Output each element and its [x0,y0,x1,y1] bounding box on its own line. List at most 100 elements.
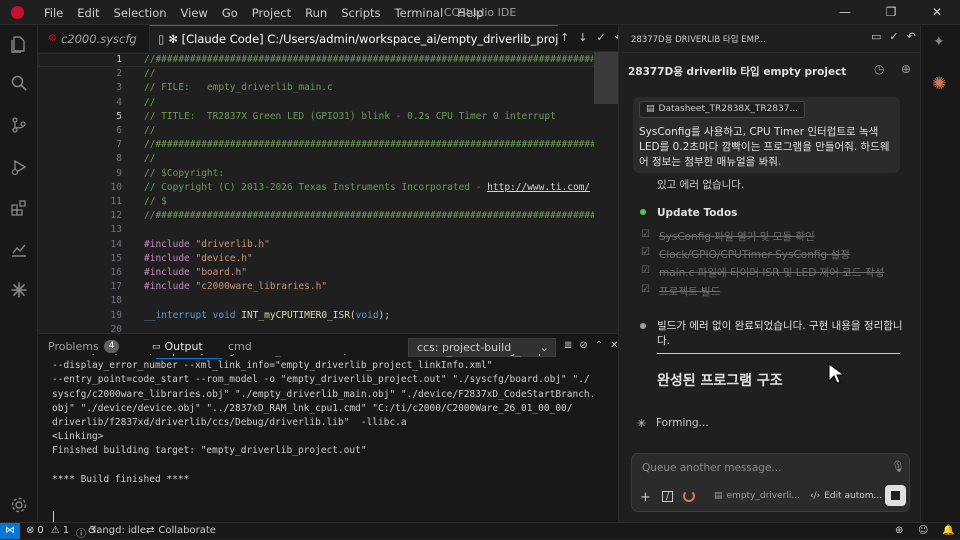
error-count: 0 [37,525,44,536]
tab-label: c2000.syscfg [60,31,137,46]
minimize-icon[interactable]: — [822,0,868,25]
microphone-icon[interactable]: 🎙 [891,460,905,473]
include-directive: #include [144,267,190,278]
line-number: 8 [116,153,122,165]
code-line: // [144,97,155,108]
menu-scripts[interactable]: Scripts [341,6,380,20]
zoom-icon[interactable]: ⊕ [895,525,903,536]
output-line: --display_error_number --xml_link_info="… [52,360,493,372]
extensions-icon[interactable] [0,194,38,222]
tab-output[interactable]: ▭ Output [152,340,203,353]
close-icon[interactable]: ✕ [914,0,960,25]
code-text: // TITLE: TR2837X Green LED (GPIO31) bli… [144,110,556,122]
code-line: // [144,153,155,164]
menu-project[interactable]: Project [252,6,291,20]
edit-mode-toggle[interactable]: ‹/› Edit autom... [810,491,882,501]
keyword: void [212,309,242,321]
file-icon: ▤ [714,491,723,501]
minimap[interactable] [594,52,618,333]
arrow-down-icon[interactable]: ↓ [578,31,587,44]
output-line: **** Build finished **** [52,473,190,485]
output-line: obj" "./device/device.obj" "../2837xD_RA… [52,402,573,414]
line-number: 7 [116,139,122,151]
code-text: //######################################… [144,210,594,222]
lock-icon[interactable]: ⊘ [579,340,587,351]
tab-problems[interactable]: Problems 4 [48,340,120,353]
todo-status-dot [640,209,646,215]
menu-view[interactable]: View [181,6,208,20]
claude-icon[interactable]: ✺ [932,74,946,94]
run-debug-icon[interactable] [0,153,38,181]
line-number: 9 [116,167,122,179]
problems-indicator[interactable]: ⊗ 0 ⚠ 1 ⓘ 3 [26,525,95,540]
file-chip[interactable]: ▤ empty_driverli... [714,491,800,501]
remote-indicator-icon[interactable]: ⋈ [0,523,20,539]
layout-icon[interactable]: ▭ [871,30,881,43]
output-line: ccs2100/ccs/tools/compiler/ti-cgt-c2000_… [52,354,567,357]
tab-actions: ↑ ↓ ✓ ↶ [560,31,624,44]
arrow-up-icon[interactable]: ↑ [560,31,569,44]
claude-spark-icon[interactable] [0,276,38,304]
horizontal-rule [657,353,900,354]
line-number: 17 [110,281,122,293]
source-control-icon[interactable] [0,111,38,139]
code-line: #include "device.h" [144,253,253,264]
menu-file[interactable]: File [44,6,63,20]
checkbox-icon: ☑ [641,265,650,276]
code-editor[interactable]: 1 2 3 4 5 6 7 8 9 10 11 12 13 14 15 16 17 18 19 20 //######… [38,52,618,333]
sparkle-icon[interactable]: ✦ [933,34,945,50]
code-lines[interactable]: //######################################… [144,52,594,333]
menu-bar: File Edit Selection View Go Project Run … [44,0,497,25]
output-log[interactable]: ccs2100/ccs/tools/compiler/ti-cgt-c2000_… [52,354,612,522]
code-link: http://www.ti.com/ [487,181,591,193]
tab-c2000-syscfg[interactable]: ⚙ c2000.syscfg [38,25,150,52]
title-bar: File Edit Selection View Go Project Run … [0,0,960,25]
attachment-chip[interactable]: ▤ Datasheet_TR2838X_TR2837... [639,101,806,118]
code-line: // Copyright (C) 2013-2026 Texas Instrum… [144,182,590,193]
undo-icon[interactable]: ↶ [907,30,916,43]
session-title[interactable]: 28377D용 driverlib 타입 empty project 불러... [628,64,848,79]
explorer-icon[interactable] [0,30,38,58]
stop-button[interactable] [885,485,906,506]
output-line: --entry_point=code_start --rom_model -o … [52,374,590,386]
copilot-icon[interactable]: ☺ [918,525,928,536]
assistant-partial-line: 있고 에러 없습니다. [657,179,745,191]
line-number: 5 [116,110,122,122]
section-heading: 완성된 프로그램 구조 [657,373,783,389]
collaborate-button[interactable]: ⇄ Collaborate [146,525,216,536]
code-text: //######################################… [144,139,594,151]
new-chat-icon[interactable]: ⊕ [901,62,911,76]
menu-help[interactable]: Help [457,6,483,20]
restore-icon[interactable]: ❐ [868,0,914,25]
menu-selection[interactable]: Selection [114,6,167,20]
slash-command-icon[interactable]: / [662,491,673,502]
menu-go[interactable]: Go [222,6,238,20]
menu-run[interactable]: Run [305,6,327,20]
output-channel-value: ccs: project-build [417,341,512,354]
maximize-icon[interactable]: ⌃ [595,340,603,351]
code-line: #include "driverlib.h" [144,239,270,250]
history-icon[interactable]: ◷ [874,62,884,76]
add-attachment-icon[interactable]: + [640,490,651,505]
list-icon[interactable]: ≣ [564,340,572,351]
chart-icon[interactable] [0,235,38,263]
tab-cmd[interactable]: cmd [228,340,252,353]
chat-input-box[interactable]: Queue another message... 🎙 + / ▤ empty_d… [631,453,910,512]
code-line: // FILE: empty_driverlib_main.c [144,82,333,93]
menu-terminal[interactable]: Terminal [395,6,444,20]
todos-title: Update Todos [657,207,738,219]
file-chip-label: empty_driverli... [726,491,800,501]
collaborate-label: Collaborate [158,525,216,536]
app-logo [11,6,24,19]
tab-claude-code[interactable]: ▯ ✻ [Claude Code] C:/Users/admin/workspa… [150,25,558,52]
menu-edit[interactable]: Edit [77,6,99,20]
notifications-icon[interactable]: 🔔 [942,525,954,536]
include-path: "device.h" [189,252,253,264]
check-icon[interactable]: ✓ [596,31,605,44]
chat-input[interactable]: Queue another message... [642,462,781,474]
context-usage-icon[interactable] [683,490,695,502]
search-icon[interactable] [0,69,38,97]
check-icon[interactable]: ✓ [889,30,898,43]
settings-gear-icon[interactable] [0,491,38,519]
clangd-status[interactable]: clangd: idle [88,525,146,536]
